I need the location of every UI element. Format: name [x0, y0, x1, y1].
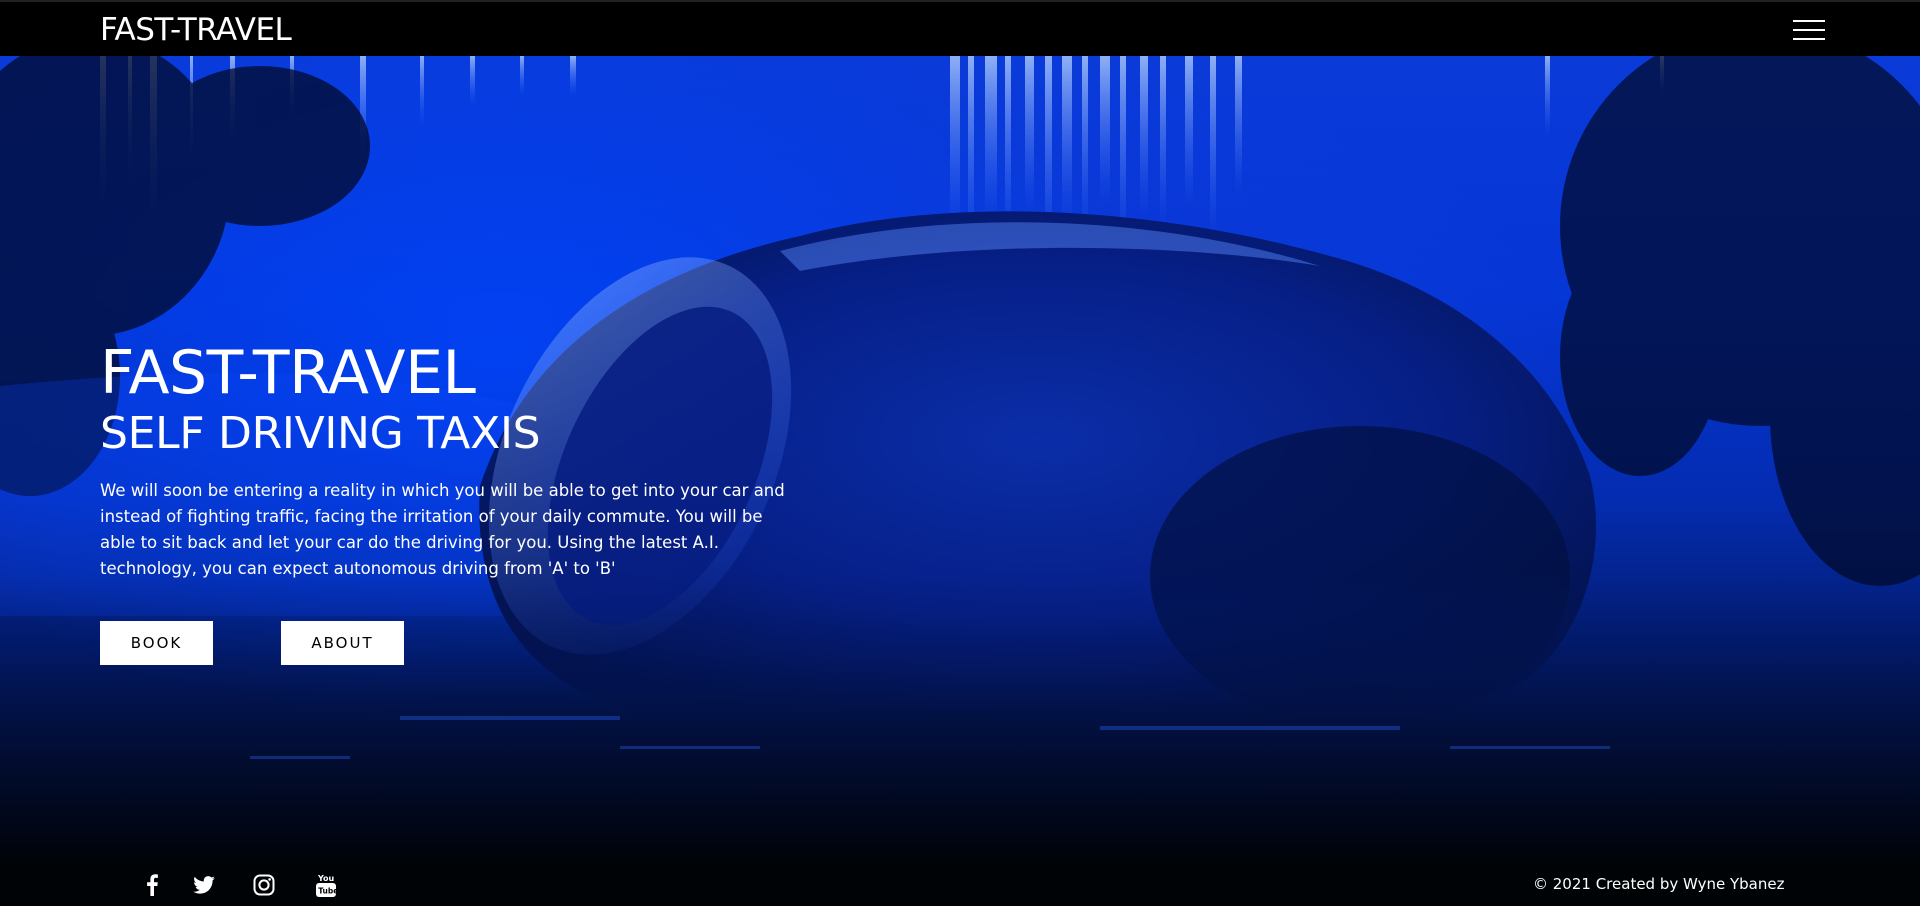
instagram-icon[interactable]: [250, 871, 278, 899]
brand-logo[interactable]: FAST-TRAVEL: [100, 12, 292, 48]
hero-section: FAST-TRAVEL SELF DRIVING TAXIS We will s…: [0, 56, 1920, 863]
hamburger-menu-icon[interactable]: [1793, 20, 1825, 42]
menu-line: [1793, 20, 1825, 22]
svg-text:Tube: Tube: [318, 887, 337, 896]
youtube-icon[interactable]: You Tube: [312, 871, 340, 899]
book-button[interactable]: BOOK: [100, 621, 213, 665]
facebook-icon[interactable]: [138, 871, 166, 899]
top-nav-bar: FAST-TRAVEL: [0, 0, 1920, 56]
hero-description: We will soon be entering a reality in wh…: [100, 481, 785, 578]
twitter-icon[interactable]: [190, 871, 218, 899]
menu-line: [1793, 29, 1825, 31]
about-button[interactable]: ABOUT: [281, 621, 404, 665]
hero-title: FAST-TRAVEL: [100, 338, 476, 408]
footer: You Tube © 2021 Created by Wyne Ybanez: [0, 863, 1920, 906]
menu-line: [1793, 38, 1825, 40]
copyright-text: © 2021 Created by Wyne Ybanez: [1533, 875, 1785, 893]
svg-text:You: You: [317, 874, 335, 883]
hero-subtitle: SELF DRIVING TAXIS: [100, 408, 541, 459]
futuristic-car-blue-neon-image: [0, 56, 1920, 863]
page: FAST-TRAVEL FAST-TRAVEL SELF DRIVING TAX…: [0, 0, 1920, 906]
